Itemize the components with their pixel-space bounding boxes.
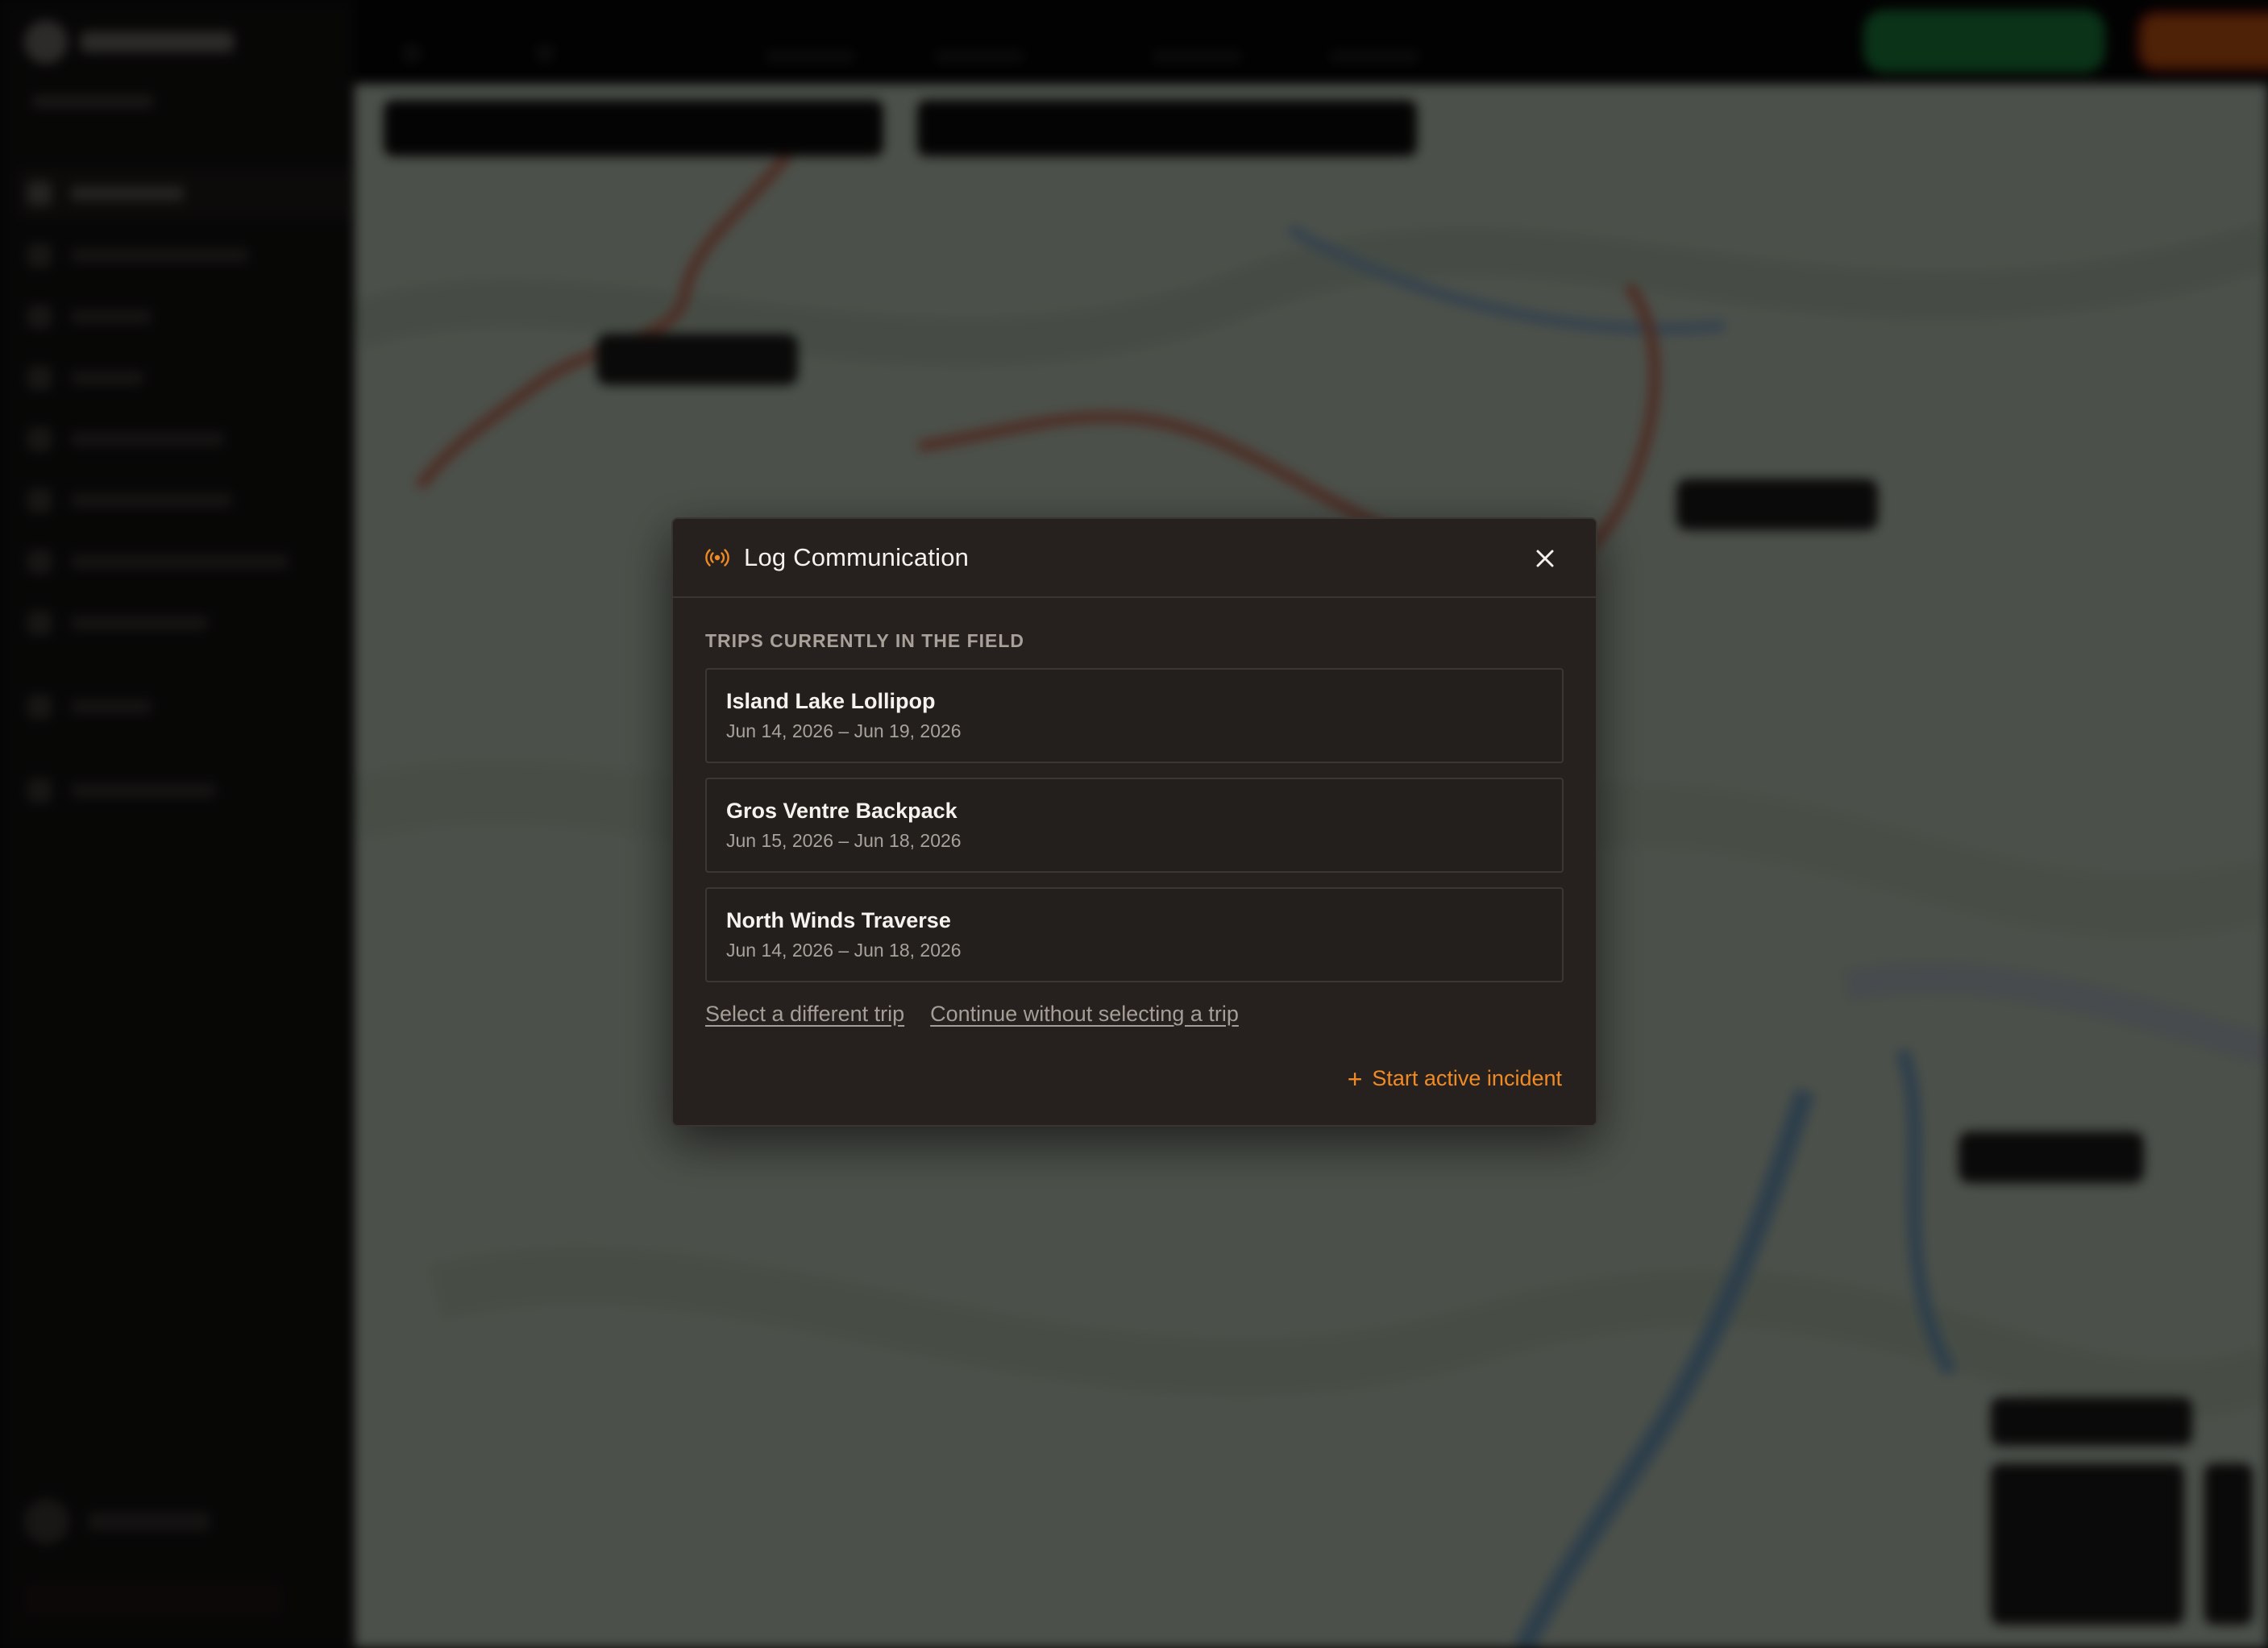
plus-icon: + [1347,1064,1363,1094]
trip-card[interactable]: Island Lake Lollipop Jun 14, 2026 – Jun … [705,668,1564,763]
close-button[interactable] [1528,542,1562,575]
dialog-header: Log Communication [673,519,1596,598]
section-label: TRIPS CURRENTLY IN THE FIELD [705,630,1025,651]
dialog-title: Log Communication [744,543,970,571]
start-active-incident-button[interactable]: + Start active incident [1347,1064,1562,1094]
dialog-body: TRIPS CURRENTLY IN THE FIELD Island Lake… [673,598,1596,1027]
log-communication-dialog: Log Communication TRIPS CURRENTLY IN THE… [671,517,1597,1127]
trip-dates: Jun 14, 2026 – Jun 19, 2026 [726,720,962,741]
trip-dates: Jun 14, 2026 – Jun 18, 2026 [726,940,962,961]
close-icon [1536,550,1554,567]
trip-name: Island Lake Lollipop [726,689,936,713]
trip-card[interactable]: Gros Ventre Backpack Jun 15, 2026 – Jun … [705,778,1564,873]
select-different-trip-link[interactable]: Select a different trip [705,1002,904,1027]
start-incident-label: Start active incident [1372,1066,1562,1090]
dialog-links: Select a different trip Continue without… [705,1002,1564,1027]
broadcast-icon [704,544,731,571]
trip-name: North Winds Traverse [726,908,951,932]
trip-dates: Jun 15, 2026 – Jun 18, 2026 [726,830,962,851]
continue-without-trip-link[interactable]: Continue without selecting a trip [930,1002,1239,1027]
trip-name: Gros Ventre Backpack [726,799,957,823]
trip-card[interactable]: North Winds Traverse Jun 14, 2026 – Jun … [705,887,1564,982]
app-root: Log Communication TRIPS CURRENTLY IN THE… [0,0,2268,1648]
